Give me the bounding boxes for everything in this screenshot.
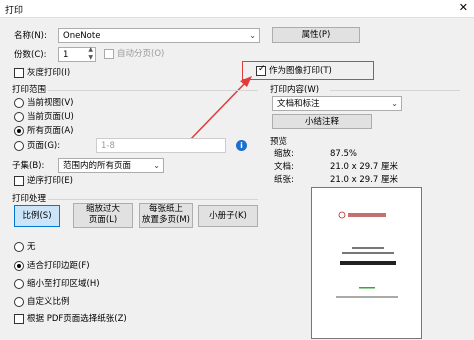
subset-label: 子集(B): xyxy=(12,161,45,171)
content-divider xyxy=(330,90,460,91)
reverse-checkbox[interactable] xyxy=(14,176,24,186)
radio-fit-margins[interactable] xyxy=(14,261,24,271)
subset-select-value: 范围内的所有页面 xyxy=(63,161,132,171)
radio-custom-scale[interactable] xyxy=(14,297,24,307)
copies-stepper[interactable]: 1 ▲ ▼ xyxy=(58,46,96,62)
scale-tab-button[interactable]: 比例(S) xyxy=(14,205,60,227)
preview-zoom-label: 缩放: xyxy=(274,149,294,159)
preview-page xyxy=(311,187,422,339)
copies-value: 1 xyxy=(63,50,69,60)
print-content-header: 打印内容(W) xyxy=(270,85,320,95)
chevron-down-icon: ⌄ xyxy=(391,99,398,108)
summarize-comments-label: 小结注释 xyxy=(304,117,339,127)
properties-button[interactable]: 属性(P) xyxy=(272,27,360,43)
preview-paper-value: 21.0 x 29.7 厘米 xyxy=(330,175,398,185)
paper-source-label: 根据 PDF页面选择纸张(Z) xyxy=(27,314,127,324)
preview-zoom-value: 87.5% xyxy=(330,149,358,159)
custom-scale-label: 自定义比例 xyxy=(27,297,70,307)
radio-shrink-to-area[interactable] xyxy=(14,279,24,289)
radio-all-pages[interactable] xyxy=(14,126,24,136)
shrink-oversized-label: 缩放过大 页面(L) xyxy=(85,204,120,225)
stepper-icon[interactable]: ▲ ▼ xyxy=(88,46,93,62)
collate-label: 自动分页(O) xyxy=(117,49,165,59)
radio-current-view[interactable] xyxy=(14,98,24,108)
current-view-label: 当前视图(V) xyxy=(27,98,74,108)
multiple-pages-button[interactable]: 每张纸上 放置多页(M) xyxy=(139,203,193,228)
printer-name-label: 名称(N): xyxy=(14,31,47,41)
print-content-select[interactable]: 文档和标注 ⌄ xyxy=(272,96,402,111)
scale-tab-label: 比例(S) xyxy=(22,211,52,221)
pages-input[interactable]: 1-8 xyxy=(96,138,226,153)
summarize-comments-button[interactable]: 小结注释 xyxy=(272,114,372,129)
chevron-down-icon: ⌄ xyxy=(249,31,256,40)
handling-divider xyxy=(48,199,258,200)
preview-page-content xyxy=(336,211,398,298)
preview-document-label: 文档: xyxy=(274,162,294,172)
collate-checkbox[interactable] xyxy=(104,49,114,59)
print-content-value: 文档和标注 xyxy=(277,99,320,109)
preview-paper-label: 纸张: xyxy=(274,175,294,185)
current-page-label: 当前页面(U) xyxy=(27,112,74,122)
title-bar: 打印 ✕ xyxy=(0,0,474,18)
chevron-down-icon: ⌄ xyxy=(153,161,160,170)
booklet-button[interactable]: 小册子(K) xyxy=(198,205,258,227)
radio-pages[interactable] xyxy=(14,141,24,151)
print-range-header: 打印范围 xyxy=(12,85,47,95)
radio-scale-none[interactable] xyxy=(14,242,24,252)
close-icon[interactable]: ✕ xyxy=(459,1,468,14)
radio-current-page[interactable] xyxy=(14,112,24,122)
paper-source-checkbox[interactable] xyxy=(14,314,24,324)
page-handling-header: 打印处理 xyxy=(12,194,47,204)
grayscale-label: 灰度打印(I) xyxy=(27,68,71,78)
pages-input-placeholder: 1-8 xyxy=(101,141,115,151)
preview-header: 预览 xyxy=(270,137,288,147)
info-icon[interactable]: i xyxy=(236,140,247,151)
print-as-image-label: 作为图像打印(T) xyxy=(269,66,332,76)
scale-none-label: 无 xyxy=(27,242,36,252)
subset-select[interactable]: 范围内的所有页面 ⌄ xyxy=(58,158,164,173)
booklet-label: 小册子(K) xyxy=(209,211,247,221)
shrink-to-area-label: 缩小至打印区域(H) xyxy=(27,279,100,289)
grayscale-checkbox[interactable] xyxy=(14,68,24,78)
all-pages-label: 所有页面(A) xyxy=(27,126,74,136)
reverse-label: 逆序打印(E) xyxy=(27,176,74,186)
range-divider xyxy=(48,90,258,91)
preview-document-value: 21.0 x 29.7 厘米 xyxy=(330,162,398,172)
shrink-oversized-button[interactable]: 缩放过大 页面(L) xyxy=(73,203,133,228)
printer-select[interactable]: OneNote ⌄ xyxy=(58,28,260,43)
copies-label: 份数(C): xyxy=(14,50,47,60)
window-title: 打印 xyxy=(5,6,24,16)
printer-select-value: OneNote xyxy=(63,31,101,41)
fit-margins-label: 适合打印边距(F) xyxy=(27,261,90,271)
properties-button-label: 属性(P) xyxy=(301,30,331,40)
pages-label: 页面(G): xyxy=(27,141,61,151)
multiple-pages-label: 每张纸上 放置多页(M) xyxy=(142,204,190,225)
